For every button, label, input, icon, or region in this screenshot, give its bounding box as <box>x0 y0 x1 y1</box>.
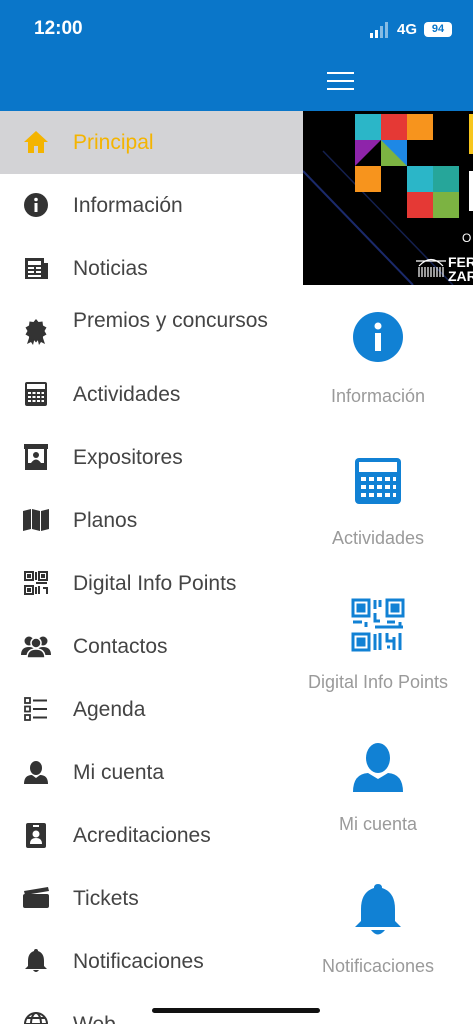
list-icon <box>22 695 50 723</box>
menu-label: Contactos <box>73 635 168 658</box>
tile-mi-cuenta[interactable]: Mi cuenta <box>303 741 453 835</box>
globe-icon <box>22 1010 50 1024</box>
tile-label: Digital Info Points <box>307 672 449 692</box>
menu-item-planos[interactable]: Planos <box>0 489 303 552</box>
menu-label: Planos <box>73 509 138 532</box>
app-header: 12:00 4G 94 <box>0 0 473 111</box>
booth-icon <box>22 443 50 471</box>
banner-text-line2: ZAR <box>448 268 473 284</box>
banner-text-line1: FER <box>448 254 473 270</box>
info-icon <box>22 191 50 219</box>
home-content: O FER ZAR Información Actividades Digita… <box>303 111 473 1024</box>
menu-label: Digital Info Points <box>73 572 237 595</box>
tile-label: Notificaciones <box>321 956 435 976</box>
battery-indicator: 94 <box>424 22 452 37</box>
ticket-icon <box>22 884 50 912</box>
menu-label: Tickets <box>73 887 139 910</box>
menu-label: Expositores <box>73 446 183 469</box>
side-drawer: Principal Información Noticias Premios y… <box>0 111 303 1024</box>
menu-item-expositores[interactable]: Expositores <box>0 426 303 489</box>
menu-label: Premios y concursos <box>73 309 268 332</box>
tile-label: Información <box>330 386 426 406</box>
tile-actividades[interactable]: Actividades <box>303 457 453 549</box>
menu-item-informacion[interactable]: Información <box>0 174 303 237</box>
qr-code-icon <box>351 598 405 652</box>
menu-item-tickets[interactable]: Tickets <box>0 867 303 930</box>
menu-label: Notificaciones <box>73 950 204 973</box>
menu-label: Agenda <box>73 698 146 721</box>
banner-small-text: O <box>462 231 472 245</box>
menu-item-digital-info-points[interactable]: Digital Info Points <box>0 552 303 615</box>
tile-label: Mi cuenta <box>338 814 418 834</box>
qr-code-icon <box>22 569 50 597</box>
bell-icon <box>355 884 401 935</box>
menu-toggle-button[interactable] <box>327 72 354 94</box>
menu-label: Web <box>73 1011 116 1024</box>
home-icon <box>22 128 50 156</box>
tile-digital-info-points[interactable]: Digital Info Points <box>303 597 453 693</box>
menu-item-agenda[interactable]: Agenda <box>0 678 303 741</box>
menu-item-acreditaciones[interactable]: Acreditaciones <box>0 804 303 867</box>
status-time: 12:00 <box>34 18 83 39</box>
tile-notificaciones[interactable]: Notificaciones <box>303 883 453 977</box>
menu-item-principal[interactable]: Principal <box>0 111 303 174</box>
menu-label: Actividades <box>73 383 181 406</box>
menu-item-notificaciones[interactable]: Notificaciones <box>0 930 303 993</box>
calendar-icon <box>355 458 401 504</box>
info-icon <box>353 312 403 362</box>
contacts-icon <box>20 632 52 660</box>
menu-label: Mi cuenta <box>73 761 165 784</box>
signal-icon <box>370 22 388 38</box>
menu-label: Información <box>73 194 183 217</box>
user-icon <box>353 743 403 792</box>
newspaper-icon <box>22 254 50 282</box>
menu-item-premios[interactable]: Premios y concursos <box>0 300 303 363</box>
tile-informacion[interactable]: Información <box>303 311 453 407</box>
menu-label: Principal <box>73 131 154 154</box>
menu-label: Acreditaciones <box>73 824 211 847</box>
menu-item-mi-cuenta[interactable]: Mi cuenta <box>0 741 303 804</box>
user-icon <box>22 758 50 786</box>
badge-icon <box>22 821 50 849</box>
map-icon <box>22 506 50 534</box>
menu-label: Noticias <box>73 257 148 280</box>
menu-item-contactos[interactable]: Contactos <box>0 615 303 678</box>
network-type: 4G <box>397 21 418 38</box>
award-icon <box>22 318 50 346</box>
calendar-icon <box>22 380 50 408</box>
menu-item-actividades[interactable]: Actividades <box>0 363 303 426</box>
tile-label: Actividades <box>331 528 425 548</box>
menu-item-noticias[interactable]: Noticias <box>0 237 303 300</box>
home-indicator[interactable] <box>152 1008 320 1013</box>
bell-icon <box>22 947 50 975</box>
event-banner[interactable]: O FER ZAR <box>303 111 473 285</box>
